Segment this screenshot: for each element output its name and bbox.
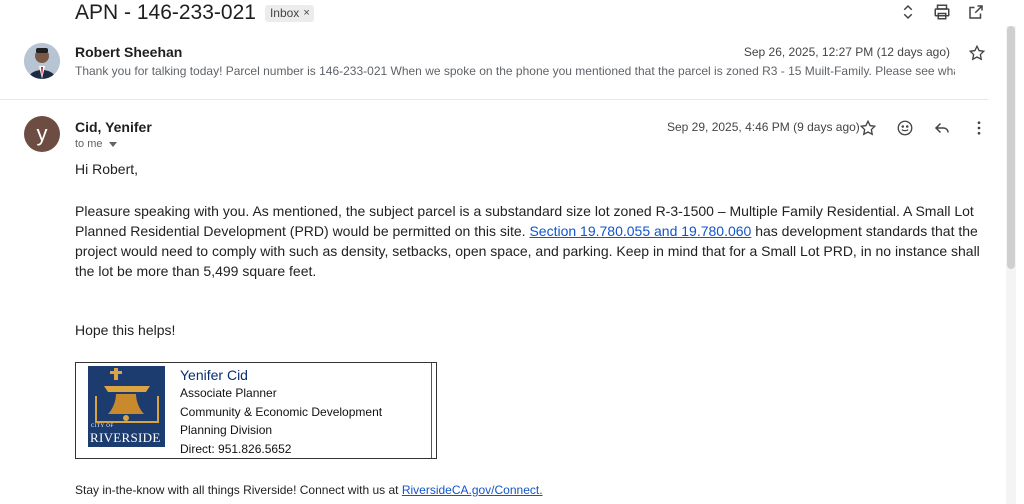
- logo-name-text: RIVERSIDE: [90, 430, 161, 445]
- sender-avatar: [24, 43, 60, 79]
- signature-divider: [431, 363, 432, 458]
- chevron-down-icon: [108, 141, 117, 147]
- star-icon[interactable]: [968, 44, 986, 62]
- direct-number: 951.826.5652: [218, 441, 292, 456]
- logo-city-text: CITY OF: [91, 424, 114, 429]
- recipient-label: to me: [75, 138, 103, 150]
- sender-avatar: y: [24, 116, 60, 152]
- message-paragraph: Pleasure speaking with you. As mentioned…: [75, 201, 995, 281]
- sender-name: Robert Sheehan: [75, 44, 183, 60]
- message-greeting: Hi Robert,: [75, 161, 139, 177]
- remove-label-button[interactable]: ×: [303, 7, 309, 19]
- direct-label: Direct:: [180, 441, 215, 456]
- inbox-label-text: Inbox: [269, 6, 300, 20]
- city-logo: CITY OF RIVERSIDE: [88, 366, 165, 447]
- message-date: Sep 29, 2025, 4:46 PM (9 days ago): [667, 120, 860, 134]
- expand-collapse-icon: [903, 4, 913, 20]
- reply-icon: [934, 122, 949, 134]
- thread-subject: APN - 146-233-021: [75, 1, 256, 24]
- section-link[interactable]: Section 19.780.055 and 19.780.060: [529, 223, 751, 239]
- add-reaction-button[interactable]: [895, 118, 915, 138]
- open-new-window-icon: [969, 5, 983, 19]
- connect-link[interactable]: RiversideCA.gov/Connect.: [402, 483, 543, 497]
- signature-department: Community & Economic Development: [180, 404, 383, 419]
- more-options-button[interactable]: [969, 118, 989, 138]
- signature-division: Planning Division: [180, 423, 273, 438]
- signature-title: Associate Planner: [180, 386, 277, 401]
- signature-phone: Direct: 951.826.5652: [180, 440, 382, 458]
- thread-header: APN - 146-233-021 Inbox ×: [75, 0, 314, 26]
- reply-button[interactable]: [932, 118, 952, 138]
- inbox-label-badge: Inbox ×: [264, 4, 314, 22]
- more-vert-icon: [977, 121, 981, 135]
- scrollbar-thumb[interactable]: [1007, 26, 1015, 269]
- thread-actions: [898, 2, 986, 22]
- print-icon: [934, 4, 950, 20]
- star-button[interactable]: [858, 118, 878, 138]
- sender-name: Cid, Yenifer: [75, 119, 152, 135]
- email-signature: CITY OF RIVERSIDE Yenifer Cid Associate …: [75, 362, 437, 459]
- message-snippet: Thank you for talking today! Parcel numb…: [75, 64, 955, 78]
- print-button[interactable]: [932, 2, 952, 22]
- signature-footer: Stay in-the-know with all things Riversi…: [75, 483, 543, 497]
- collapsed-message[interactable]: Robert Sheehan Sep 26, 2025, 12:27 PM (1…: [0, 38, 988, 100]
- open-in-new-window-button[interactable]: [966, 2, 986, 22]
- message-actions: [858, 118, 989, 138]
- message-closing: Hope this helps!: [75, 322, 176, 338]
- message-date: Sep 26, 2025, 12:27 PM (12 days ago): [743, 45, 950, 59]
- footer-text: Stay in-the-know with all things Riversi…: [75, 483, 402, 497]
- emoji-icon: [897, 120, 913, 136]
- recipient-details-toggle[interactable]: to me: [75, 138, 117, 150]
- signature-details: Yenifer Cid Associate Planner Community …: [180, 366, 382, 458]
- signature-name: Yenifer Cid: [180, 367, 248, 383]
- star-icon: [859, 119, 877, 136]
- expand-all-button[interactable]: [898, 2, 918, 22]
